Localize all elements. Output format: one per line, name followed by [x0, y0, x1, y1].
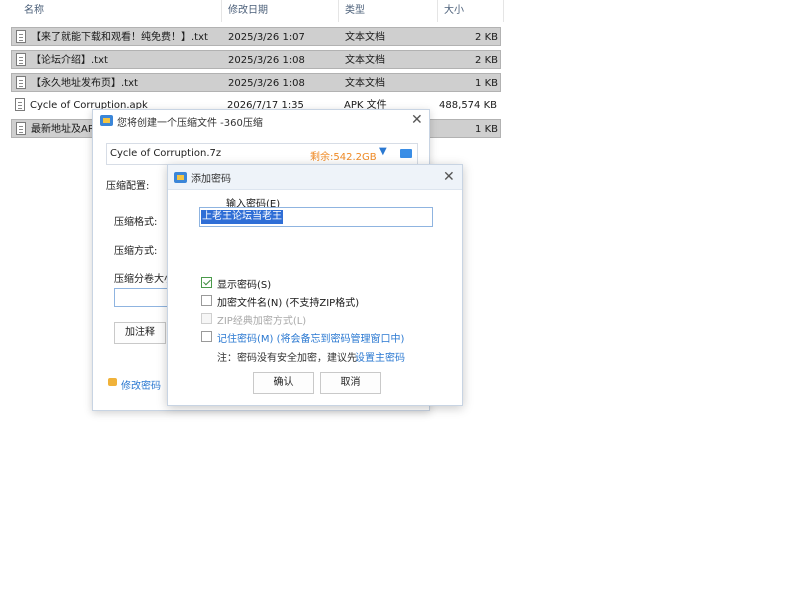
- file-name: 【来了就能下载和观看！纯免费！】.txt: [31, 32, 208, 43]
- set-master-password-link[interactable]: 设置主密码: [355, 349, 405, 364]
- file-type: 文本文档: [345, 32, 385, 43]
- add-password-dialog: 添加密码 ✕ 输入密码(E) 上老王论坛当老王 显示密码(S) 加密文件名(N)…: [167, 164, 463, 406]
- 360zip-app-icon: [174, 172, 187, 183]
- text-file-icon: [16, 76, 26, 89]
- file-size: 2 KB: [475, 32, 498, 43]
- file-name: 【论坛介绍】.txt: [31, 55, 108, 66]
- column-header-name[interactable]: 名称: [24, 0, 44, 22]
- column-divider: [338, 0, 339, 22]
- file-modified: 2025/3/26 1:08: [228, 55, 305, 66]
- column-divider: [503, 0, 504, 22]
- free-space-label: 剩余:542.2GB: [310, 152, 377, 163]
- show-password-checkbox[interactable]: [201, 277, 212, 288]
- compress-method-label: 压缩方式:: [114, 246, 158, 257]
- archive-filename: Cycle of Corruption.7z: [110, 148, 222, 159]
- file-row[interactable]: 【论坛介绍】.txt 2025/3/26 1:08 文本文档 2 KB: [11, 50, 501, 69]
- security-note: 注：密码没有安全加密，建议先: [217, 353, 357, 364]
- encrypt-filenames-checkbox[interactable]: [201, 295, 212, 306]
- password-input[interactable]: 上老王论坛当老王: [199, 207, 433, 227]
- column-header-type[interactable]: 类型: [345, 0, 365, 22]
- add-comment-button[interactable]: 加注释: [114, 322, 166, 344]
- file-modified: 2025/3/26 1:08: [228, 78, 305, 89]
- zip-classic-checkbox: [201, 313, 212, 324]
- text-file-icon: [16, 30, 26, 43]
- folder-icon[interactable]: [400, 149, 412, 158]
- lock-icon: [108, 378, 117, 386]
- file-size: 488,574 KB: [439, 100, 497, 111]
- column-divider: [437, 0, 438, 22]
- file-name: 最新地址及AP: [31, 124, 94, 135]
- close-icon[interactable]: ✕: [443, 170, 455, 184]
- text-file-icon: [16, 122, 26, 135]
- show-password-label[interactable]: 显示密码(S): [217, 276, 271, 291]
- text-file-icon: [16, 53, 26, 66]
- file-type: 文本文档: [345, 78, 385, 89]
- column-header-size[interactable]: 大小: [444, 0, 464, 22]
- split-size-input[interactable]: [114, 288, 169, 307]
- file-row[interactable]: 【永久地址发布页】.txt 2025/3/26 1:08 文本文档 1 KB: [11, 73, 501, 92]
- change-password-link[interactable]: 修改密码: [121, 377, 161, 392]
- split-size-label: 压缩分卷大小: [114, 274, 174, 285]
- column-header-modified[interactable]: 修改日期: [228, 0, 268, 22]
- file-size: 2 KB: [475, 55, 498, 66]
- password-dialog-title: 添加密码: [191, 174, 231, 185]
- remember-password-label[interactable]: 记住密码(M) (将会备忘到密码管理窗口中): [217, 330, 404, 345]
- file-icon: [15, 98, 25, 111]
- file-modified: 2025/3/26 1:07: [228, 32, 305, 43]
- encrypt-filenames-label[interactable]: 加密文件名(N) (不支持ZIP格式): [217, 294, 359, 309]
- file-name: 【永久地址发布页】.txt: [31, 78, 138, 89]
- close-icon[interactable]: ✕: [411, 113, 423, 127]
- file-size: 1 KB: [475, 124, 498, 135]
- file-type: 文本文档: [345, 55, 385, 66]
- sort-ascending-icon: ⌃: [116, 0, 124, 5]
- column-divider: [221, 0, 222, 22]
- cancel-button[interactable]: 取消: [320, 372, 381, 394]
- password-dialog-titlebar[interactable]: 添加密码 ✕: [168, 165, 462, 190]
- remember-password-checkbox[interactable]: [201, 331, 212, 342]
- compress-config-label: 压缩配置:: [106, 181, 150, 192]
- file-row[interactable]: 【来了就能下载和观看！纯免费！】.txt 2025/3/26 1:07 文本文档…: [11, 27, 501, 46]
- 360zip-app-icon: [100, 115, 113, 126]
- compress-dialog-title: 您将创建一个压缩文件 -360压缩: [117, 118, 263, 129]
- zip-classic-label: ZIP经典加密方式(L): [217, 316, 307, 327]
- password-value: 上老王论坛当老王: [201, 210, 283, 224]
- ok-button[interactable]: 确认: [253, 372, 314, 394]
- file-size: 1 KB: [475, 78, 498, 89]
- compress-dialog-titlebar[interactable]: 您将创建一个压缩文件 -360压缩 ✕: [93, 110, 429, 132]
- chevron-down-icon[interactable]: ▼: [379, 146, 387, 157]
- compress-format-label: 压缩格式:: [114, 217, 158, 228]
- archive-path-field[interactable]: Cycle of Corruption.7z 剩余:542.2GB ▼: [106, 143, 418, 165]
